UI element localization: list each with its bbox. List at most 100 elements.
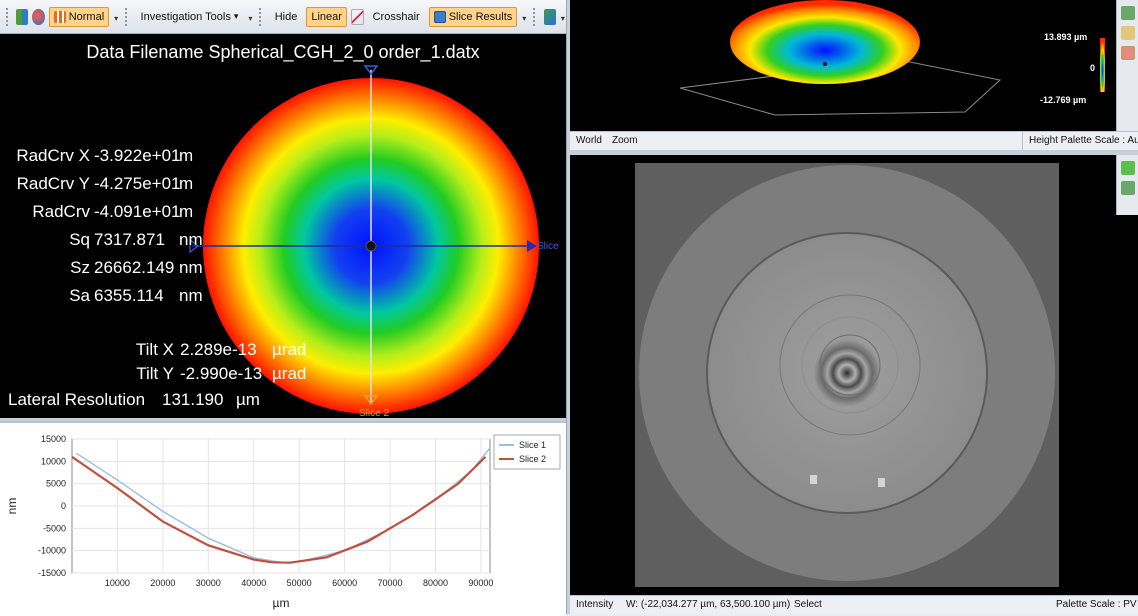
- height-palette-bar: [1100, 38, 1105, 92]
- investigation-tools-label: Investigation Tools: [140, 10, 231, 23]
- legend-label: Slice 2: [519, 454, 546, 464]
- intensity-view[interactable]: [570, 155, 1138, 595]
- radcrv-value: -4.091e+01: [94, 202, 181, 221]
- sz-label: Sz: [70, 258, 90, 277]
- surface-3d-view[interactable]: 13.893 µm 0 -12.769 µm: [570, 0, 1138, 150]
- palette-icon[interactable]: [1121, 46, 1135, 60]
- x-tick-label: 20000: [150, 578, 175, 588]
- crosshair-center[interactable]: [365, 240, 377, 252]
- tilt-y-unit: µrad: [272, 364, 307, 383]
- tilt-y-value: -2.990e-13: [180, 364, 263, 383]
- tilt-y-label: Tilt Y: [136, 364, 174, 383]
- sa-value: 6355.114: [94, 286, 164, 305]
- image-icon[interactable]: [1121, 26, 1135, 40]
- sz-value: 26662.149: [94, 258, 175, 277]
- grid-layout-icon[interactable]: [16, 8, 29, 25]
- normal-view-button[interactable]: Normal: [48, 6, 110, 27]
- fiducial-marker: [810, 475, 817, 484]
- y-tick-label: 10000: [41, 456, 66, 466]
- main-toolbar: Normal ▾ Investigation Tools ▾ ▾ Hide Li…: [0, 0, 566, 34]
- radcrv-y-value: -4.275e+01: [94, 174, 181, 193]
- toolbar-grip[interactable]: [533, 7, 537, 26]
- y-tick-label: 5000: [46, 479, 66, 489]
- y-axis-label: nm: [5, 498, 19, 515]
- select-button[interactable]: Select: [794, 599, 822, 610]
- surface-3d-icon[interactable]: [32, 8, 45, 25]
- sa-label: Sa: [69, 286, 90, 305]
- table-icon: [433, 10, 446, 23]
- tilt-x-value: 2.289e-13: [180, 340, 257, 359]
- lateral-resolution-unit: µm: [236, 390, 260, 409]
- x-tick-label: 40000: [241, 578, 266, 588]
- intensity-image[interactable]: [570, 155, 1138, 595]
- investigation-tools-button[interactable]: Investigation Tools ▾: [136, 7, 244, 27]
- normal-view-label: Normal: [68, 10, 105, 23]
- slice-1-label: Slice: [537, 241, 559, 252]
- x-tick-label: 50000: [287, 578, 312, 588]
- intensity-status-bar: Intensity W: (-22,034.277 µm, 63,500.100…: [570, 595, 1138, 615]
- slice-2-label: Slice 2: [359, 408, 390, 418]
- x-tick-label: 80000: [423, 578, 448, 588]
- cursor-coordinates: W: (-22,034.277 µm, 63,500.100 µm): [626, 599, 791, 610]
- surface-3d-center: [823, 62, 827, 66]
- check-icon[interactable]: [1121, 161, 1135, 175]
- linear-label: Linear: [311, 10, 342, 23]
- sz-unit: nm: [179, 258, 203, 277]
- y-tick-label: -10000: [38, 546, 66, 556]
- 3d-view-side-toolbar: [1116, 0, 1138, 131]
- profile-chart-svg[interactable]: 150001000050000-5000-10000-1500010000 200…: [0, 423, 566, 614]
- slice-results-dropdown-icon[interactable]: ▾: [521, 11, 527, 23]
- height-palette-scale-label[interactable]: Height Palette Scale : Auto: [1022, 132, 1138, 151]
- radcrv-x-label: RadCrv X: [16, 146, 90, 165]
- toolbar-grip[interactable]: [125, 7, 129, 26]
- grid-icon[interactable]: [1121, 181, 1135, 195]
- crosshair-button[interactable]: Crosshair: [368, 7, 425, 27]
- y-tick-label: 15000: [41, 434, 66, 444]
- slice-profile-chart[interactable]: 15000 10000 5000 0 -5000 -10000 -15000 10000 200…: [0, 421, 566, 616]
- zoom-button[interactable]: Zoom: [612, 135, 638, 146]
- radcrv-y-label: RadCrv Y: [16, 174, 90, 193]
- tilt-x-unit: µrad: [272, 340, 307, 359]
- surface-map[interactable]: [0, 34, 566, 418]
- sq-label: Sq: [69, 230, 90, 249]
- height-min-label: -12.769 µm: [1040, 95, 1087, 105]
- map-tool-icon[interactable]: [543, 8, 556, 25]
- lateral-resolution-label: Lateral Resolution: [8, 390, 146, 409]
- sa-unit: nm: [179, 286, 203, 305]
- surface-2d-view[interactable]: Data Filename Spherical_CGH_2_0 order_1.…: [0, 34, 566, 418]
- y-tick-label: -15000: [38, 568, 66, 578]
- surface-3d-render[interactable]: [570, 0, 1138, 132]
- slice-results-button[interactable]: Slice Results: [428, 6, 518, 27]
- 3d-view-status-bar: World Zoom Height Palette Scale : Auto: [570, 131, 1138, 151]
- height-max-label: 13.893 µm: [1044, 32, 1088, 42]
- fiducial-marker: [878, 478, 885, 487]
- line-tool-icon[interactable]: [350, 8, 364, 25]
- radcrv-y-unit: m: [179, 174, 194, 193]
- x-tick-label: 30000: [196, 578, 221, 588]
- sq-unit: nm: [179, 230, 203, 249]
- toolbar-grip[interactable]: [259, 7, 263, 26]
- intensity-label: Intensity: [576, 599, 614, 610]
- x-tick-label: 90000: [468, 578, 493, 588]
- palette-scale-label[interactable]: Palette Scale : PV: [1056, 599, 1137, 610]
- intensity-inner-disc: [706, 232, 988, 514]
- map-tool-dropdown-icon[interactable]: ▾: [560, 11, 566, 23]
- x-tick-label: 60000: [332, 578, 357, 588]
- height-zero-label: 0: [1090, 63, 1096, 73]
- radcrv-x-unit: m: [179, 146, 194, 165]
- linear-button[interactable]: Linear: [306, 6, 347, 27]
- investigation-dropdown-icon[interactable]: ▾: [247, 11, 253, 23]
- toolbar-grip[interactable]: [6, 7, 10, 26]
- legend-label: Slice 1: [519, 440, 546, 450]
- left-pane: Normal ▾ Investigation Tools ▾ ▾ Hide Li…: [0, 0, 567, 616]
- y-tick-label: 0: [61, 501, 66, 511]
- surface-3d-bowl[interactable]: [730, 0, 920, 84]
- radcrv-x-value: -3.922e+01: [94, 146, 181, 165]
- normal-dropdown-icon[interactable]: ▾: [113, 11, 119, 23]
- grid-icon[interactable]: [1121, 6, 1135, 20]
- intensity-side-toolbar: [1116, 155, 1138, 215]
- x-tick-label: 70000: [378, 578, 403, 588]
- hide-button[interactable]: Hide: [270, 7, 303, 27]
- world-button[interactable]: World: [576, 135, 602, 146]
- x-tick-label: 10000: [105, 578, 130, 588]
